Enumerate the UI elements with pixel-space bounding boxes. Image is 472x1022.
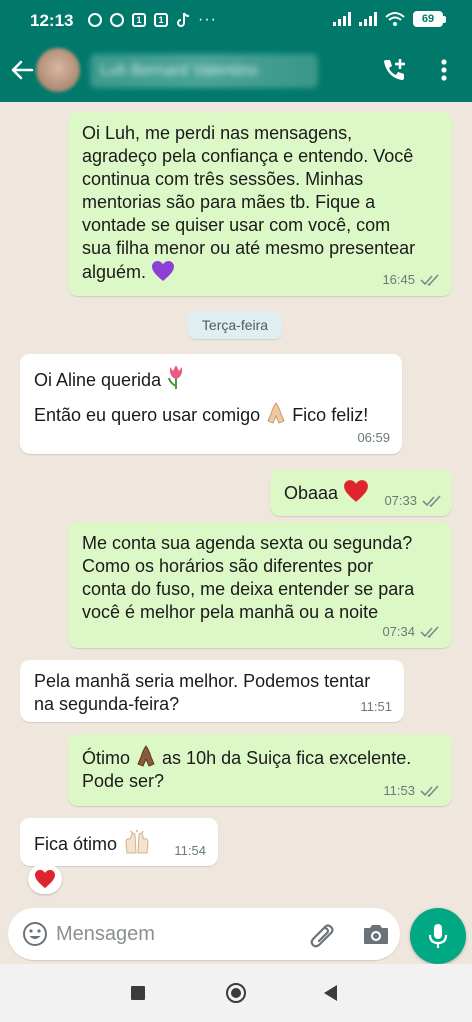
battery-level: 69 <box>413 11 443 27</box>
message-text: Oi Luh, me perdi nas mensagens, agradeço… <box>82 123 416 282</box>
more-notifications-icon: ··· <box>198 11 217 28</box>
system-nav-bar <box>0 964 472 1022</box>
contact-avatar[interactable] <box>36 48 80 92</box>
red-heart-icon <box>35 869 55 889</box>
message-meta: 11:51 <box>360 699 392 714</box>
calendar-notification-icon: 1 <box>154 13 168 27</box>
chat-area[interactable]: Oi Luh, me perdi nas mensagens, agradeço… <box>0 102 472 904</box>
home-icon[interactable] <box>226 983 246 1003</box>
message-meta: 07:34 <box>382 620 440 643</box>
message-line: Ótimo as 10h da Suiça fica excelente. <box>82 744 438 770</box>
message-meta: 11:53 <box>383 779 440 802</box>
back-arrow-icon[interactable] <box>8 56 36 84</box>
status-time: 12:13 <box>30 11 74 30</box>
camera-icon[interactable] <box>362 922 390 946</box>
read-ticks-icon <box>420 625 439 638</box>
back-icon[interactable] <box>324 985 337 1001</box>
purple-heart-icon <box>152 261 175 281</box>
mic-icon <box>428 924 448 948</box>
tulip-icon <box>168 365 183 389</box>
message-text: Me conta sua agenda sexta ou segunda? Co… <box>82 533 415 622</box>
message-line: Então eu quero usar comigo Fico feliz! <box>34 401 388 427</box>
compose-field <box>8 908 400 960</box>
message-bubble-incoming[interactable]: Oi Aline querida Então eu quero usar com… <box>20 354 402 454</box>
message-meta: 06:59 <box>357 430 390 445</box>
contact-name[interactable]: Luh Bernard Valentino <box>90 54 318 88</box>
battery-icon: 69 <box>413 11 446 27</box>
message-bubble-incoming[interactable]: Pela manhã seria melhor. Podemos tentar … <box>20 660 404 722</box>
chat-header: Luh Bernard Valentino <box>0 40 472 102</box>
system-icons: 69 <box>333 11 446 27</box>
alarm-icon <box>88 13 102 27</box>
message-meta: 16:45 <box>382 268 440 291</box>
message-reaction[interactable] <box>28 864 62 894</box>
emoji-icon[interactable] <box>22 921 48 947</box>
message-bubble-outgoing[interactable]: Obaaa 07:33 <box>270 470 452 516</box>
calendar-notification-icon: 1 <box>132 13 146 27</box>
message-meta: 11:54 <box>174 843 206 858</box>
message-bubble-outgoing[interactable]: Oi Luh, me perdi nas mensagens, agradeço… <box>68 112 452 296</box>
chat-notification-icon <box>110 13 124 27</box>
tiktok-icon <box>177 12 190 27</box>
recent-apps-icon[interactable] <box>131 986 145 1000</box>
read-ticks-icon <box>420 273 439 286</box>
message-meta: 07:33 <box>384 489 442 512</box>
read-ticks-icon <box>422 494 441 507</box>
message-bubble-outgoing[interactable]: Ótimo as 10h da Suiça fica excelente. Po… <box>68 734 452 806</box>
attach-icon[interactable] <box>308 921 336 949</box>
praying-hands-icon <box>137 745 155 767</box>
message-input[interactable] <box>56 916 296 952</box>
date-separator: Terça-feira <box>188 311 282 339</box>
notification-icons: 1 1 ··· <box>88 12 217 28</box>
status-bar: 12:13 1 1 ··· 69 <box>0 0 472 40</box>
message-text: Pela manhã seria melhor. Podemos tentar … <box>34 671 371 714</box>
praying-hands-icon <box>267 402 285 424</box>
raising-hands-icon <box>125 830 149 854</box>
wifi-icon <box>385 12 405 26</box>
compose-bar <box>0 904 472 964</box>
message-bubble-incoming[interactable]: Fica ótimo 11:54 <box>20 818 218 866</box>
signal-icon <box>333 12 351 26</box>
add-call-icon[interactable] <box>380 56 408 84</box>
signal-icon <box>359 12 377 26</box>
message-line: Oi Aline querida <box>34 364 388 392</box>
message-bubble-outgoing[interactable]: Me conta sua agenda sexta ou segunda? Co… <box>68 522 452 648</box>
mic-button[interactable] <box>410 908 466 964</box>
read-ticks-icon <box>420 784 439 797</box>
more-vert-icon[interactable] <box>434 56 454 84</box>
red-heart-icon <box>344 480 368 502</box>
